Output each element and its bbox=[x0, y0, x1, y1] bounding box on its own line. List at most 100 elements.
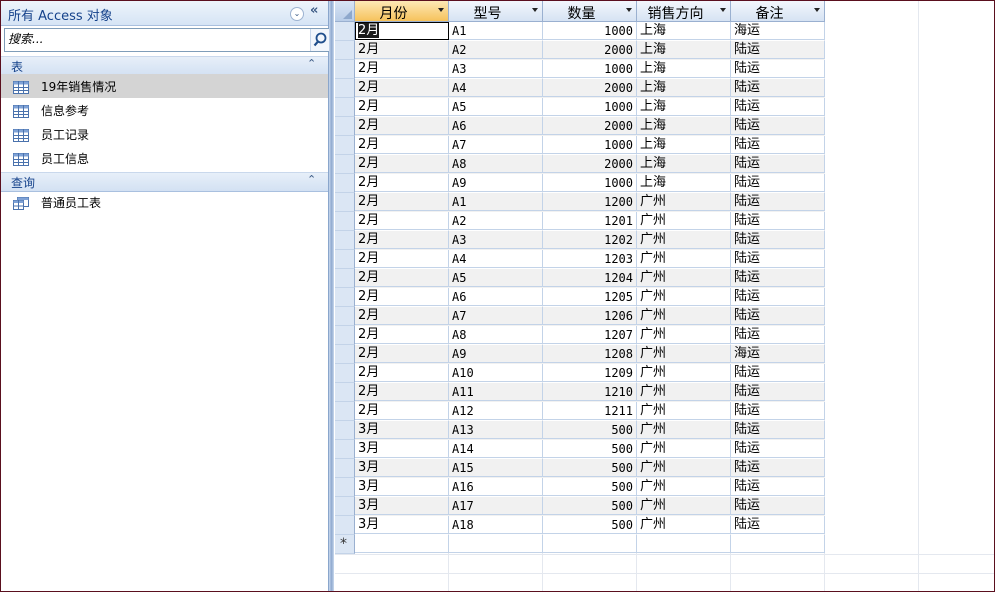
table-row[interactable]: 2月 A1 1200 广州 陆运 bbox=[355, 193, 825, 212]
nav-item-table[interactable]: 员工记录 bbox=[1, 122, 328, 146]
cell-month[interactable]: 2月 bbox=[355, 345, 449, 363]
cell-quantity[interactable]: 1000 bbox=[543, 60, 637, 78]
row-selector[interactable] bbox=[335, 497, 355, 516]
cell-remark[interactable]: 陆运 bbox=[731, 440, 825, 458]
cell-remark[interactable]: 陆运 bbox=[731, 117, 825, 135]
column-header-model[interactable]: 型号 bbox=[449, 1, 543, 22]
collapse-pane-icon[interactable]: « bbox=[310, 3, 318, 18]
cell-direction[interactable]: 上海 bbox=[637, 22, 731, 40]
collapse-group-icon[interactable]: ⌃ bbox=[307, 173, 316, 186]
cell-model[interactable]: A6 bbox=[449, 117, 543, 135]
nav-pane-header[interactable]: 所有 Access 对象 ⌄ « bbox=[1, 1, 328, 26]
cell-model[interactable]: A9 bbox=[449, 345, 543, 363]
cell-quantity[interactable]: 500 bbox=[543, 459, 637, 477]
cell-quantity[interactable]: 1210 bbox=[543, 383, 637, 401]
row-selector[interactable] bbox=[335, 440, 355, 459]
cell-month[interactable]: 3月 bbox=[355, 459, 449, 477]
cell-model[interactable]: A10 bbox=[449, 364, 543, 382]
group-header-queries[interactable]: 查询 ⌃ bbox=[1, 172, 328, 192]
cell-model[interactable]: A4 bbox=[449, 79, 543, 97]
nav-item-table[interactable]: 信息参考 bbox=[1, 98, 328, 122]
cell-direction[interactable]: 广州 bbox=[637, 364, 731, 382]
cell-month[interactable]: 2月 bbox=[355, 174, 449, 192]
cell-direction[interactable]: 广州 bbox=[637, 250, 731, 268]
cell-quantity[interactable]: 1211 bbox=[543, 402, 637, 420]
cell-remark[interactable]: 陆运 bbox=[731, 98, 825, 116]
table-row[interactable]: 2月 A2 1201 广州 陆运 bbox=[355, 212, 825, 231]
new-record-cell[interactable] bbox=[637, 535, 731, 553]
cell-quantity[interactable]: 1206 bbox=[543, 307, 637, 325]
nav-menu-dropdown-icon[interactable]: ⌄ bbox=[290, 7, 304, 21]
cell-model[interactable]: A2 bbox=[449, 41, 543, 59]
cell-model[interactable]: A15 bbox=[449, 459, 543, 477]
chevron-down-icon[interactable] bbox=[626, 8, 632, 12]
cell-quantity[interactable]: 1000 bbox=[543, 22, 637, 40]
row-selector[interactable] bbox=[335, 174, 355, 193]
row-selector[interactable] bbox=[335, 516, 355, 535]
cell-remark[interactable]: 陆运 bbox=[731, 459, 825, 477]
cell-quantity[interactable]: 500 bbox=[543, 421, 637, 439]
table-row[interactable]: 3月 A18 500 广州 陆运 bbox=[355, 516, 825, 535]
cell-direction[interactable]: 广州 bbox=[637, 326, 731, 344]
cell-direction[interactable]: 广州 bbox=[637, 231, 731, 249]
row-selector[interactable] bbox=[335, 60, 355, 79]
table-row[interactable]: 2月 A5 1000 上海 陆运 bbox=[355, 98, 825, 117]
cell-direction[interactable]: 上海 bbox=[637, 41, 731, 59]
table-row[interactable]: 3月 A17 500 广州 陆运 bbox=[355, 497, 825, 516]
cell-model[interactable]: A5 bbox=[449, 269, 543, 287]
cell-direction[interactable]: 上海 bbox=[637, 136, 731, 154]
cell-month[interactable]: 2月 bbox=[355, 231, 449, 249]
new-record-cell[interactable] bbox=[449, 535, 543, 553]
cell-month[interactable]: 2月 bbox=[355, 60, 449, 78]
table-row[interactable]: 2月 A2 2000 上海 陆运 bbox=[355, 41, 825, 60]
row-selector[interactable] bbox=[335, 212, 355, 231]
row-selector[interactable] bbox=[335, 421, 355, 440]
column-header-direction[interactable]: 销售方向 bbox=[637, 1, 731, 22]
collapse-group-icon[interactable]: ⌃ bbox=[307, 57, 316, 70]
column-header-quantity[interactable]: 数量 bbox=[543, 1, 637, 22]
cell-remark[interactable]: 陆运 bbox=[731, 421, 825, 439]
cell-remark[interactable]: 陆运 bbox=[731, 60, 825, 78]
cell-direction[interactable]: 上海 bbox=[637, 98, 731, 116]
new-record-cell[interactable] bbox=[355, 535, 449, 553]
cell-quantity[interactable]: 2000 bbox=[543, 41, 637, 59]
cell-model[interactable]: A3 bbox=[449, 231, 543, 249]
cell-month[interactable]: 2月 bbox=[355, 326, 449, 344]
cell-remark[interactable]: 陆运 bbox=[731, 307, 825, 325]
cell-quantity[interactable]: 1000 bbox=[543, 98, 637, 116]
table-row[interactable]: 2月 A7 1000 上海 陆运 bbox=[355, 136, 825, 155]
cell-quantity[interactable]: 2000 bbox=[543, 79, 637, 97]
nav-item-query[interactable]: 普通员工表 bbox=[1, 190, 328, 214]
cell-model[interactable]: A3 bbox=[449, 60, 543, 78]
cell-model[interactable]: A9 bbox=[449, 174, 543, 192]
cell-remark[interactable]: 陆运 bbox=[731, 155, 825, 173]
cell-month[interactable]: 2月 bbox=[355, 41, 449, 59]
cell-remark[interactable]: 陆运 bbox=[731, 250, 825, 268]
row-selector[interactable] bbox=[335, 136, 355, 155]
cell-direction[interactable]: 广州 bbox=[637, 497, 731, 515]
cell-quantity[interactable]: 2000 bbox=[543, 117, 637, 135]
row-selector[interactable] bbox=[335, 345, 355, 364]
cell-month[interactable]: 2月 bbox=[355, 155, 449, 173]
cell-quantity[interactable]: 1201 bbox=[543, 212, 637, 230]
cell-remark[interactable]: 陆运 bbox=[731, 383, 825, 401]
cell-model[interactable]: A1 bbox=[449, 193, 543, 211]
cell-remark[interactable]: 陆运 bbox=[731, 136, 825, 154]
cell-month[interactable]: 2月 bbox=[355, 307, 449, 325]
cell-remark[interactable]: 陆运 bbox=[731, 41, 825, 59]
cell-model[interactable]: A16 bbox=[449, 478, 543, 496]
table-row[interactable]: 2月 A9 1208 广州 海运 bbox=[355, 345, 825, 364]
cell-direction[interactable]: 广州 bbox=[637, 307, 731, 325]
search-input[interactable] bbox=[6, 30, 310, 48]
cell-direction[interactable]: 上海 bbox=[637, 60, 731, 78]
cell-direction[interactable]: 广州 bbox=[637, 345, 731, 363]
column-header-remark[interactable]: 备注 bbox=[731, 1, 825, 22]
table-row[interactable]: 2月 A9 1000 上海 陆运 bbox=[355, 174, 825, 193]
row-selector[interactable] bbox=[335, 288, 355, 307]
cell-month[interactable]: 2月 bbox=[355, 402, 449, 420]
cell-model[interactable]: A1 bbox=[449, 22, 543, 40]
cell-quantity[interactable]: 500 bbox=[543, 497, 637, 515]
cell-direction[interactable]: 上海 bbox=[637, 117, 731, 135]
table-row[interactable]: 2月 A3 1202 广州 陆运 bbox=[355, 231, 825, 250]
cell-remark[interactable]: 海运 bbox=[731, 22, 825, 40]
